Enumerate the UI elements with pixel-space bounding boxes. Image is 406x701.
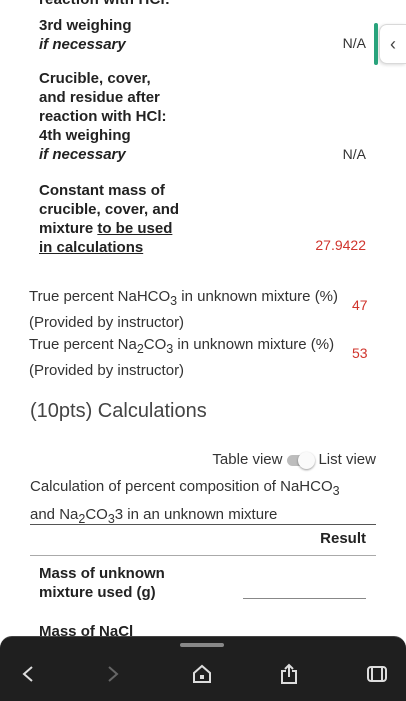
- row-3rd-weighing-value: N/A: [342, 35, 366, 51]
- chevron-right-icon: [108, 666, 119, 682]
- true-percent-nahco3-value: 47: [352, 297, 368, 313]
- caption-text: 3 in an unknown mixture: [114, 506, 278, 523]
- row-label-line: Crucible, cover,: [39, 70, 151, 87]
- browser-bottom-bar: [0, 636, 406, 701]
- info-text: True percent NaHCO: [29, 288, 171, 305]
- view-toggle-switch[interactable]: [285, 451, 316, 469]
- row-label-line: mixture used (g): [39, 584, 156, 601]
- collapse-panel-tab[interactable]: ‹: [374, 23, 406, 65]
- share-icon: [281, 663, 297, 684]
- table-caption: Calculation of percent composition of Na…: [30, 475, 370, 531]
- row-label-italic: if necessary: [39, 146, 126, 163]
- row-label-line: Mass of unknown: [39, 565, 165, 582]
- row-4th-weighing-label: Crucible, cover, and residue after react…: [39, 69, 167, 164]
- row-label-text: mixture: [39, 220, 98, 237]
- row-label-line: mixture to be used: [39, 219, 179, 238]
- row-4th-weighing-value: N/A: [342, 146, 366, 162]
- row-label-line: reaction with HCl:: [39, 108, 167, 125]
- view-toggle: Table view List view: [212, 451, 376, 469]
- row-label-underlined: to be used: [97, 220, 173, 237]
- true-percent-na2co3-info: True percent Na2CO3 in unknown mixture (…: [29, 334, 359, 381]
- row-label-line: and residue after: [39, 89, 160, 106]
- info-note: (Provided by instructor): [29, 362, 185, 379]
- row-3rd-weighing-label: 3rd weighing if necessary: [39, 16, 132, 54]
- row-constant-mass-value: 27.9422: [315, 237, 366, 253]
- tabs-icon: [367, 666, 387, 682]
- info-text: True percent Na: [29, 336, 137, 353]
- mass-of-unknown-input[interactable]: [243, 598, 366, 599]
- table-top-rule: [30, 524, 376, 525]
- true-percent-nahco3-info: True percent NaHCO3 in unknown mixture (…: [29, 286, 359, 333]
- back-button[interactable]: [13, 659, 43, 689]
- list-view-label[interactable]: List view: [318, 451, 376, 468]
- row-label-line: Constant mass of: [39, 182, 165, 199]
- table-view-label[interactable]: Table view: [212, 451, 282, 468]
- true-percent-na2co3-value: 53: [352, 345, 368, 361]
- info-text: in unknown mixture (%): [177, 288, 339, 305]
- caption-text: CO: [85, 506, 108, 523]
- table-header-rule: [30, 555, 376, 556]
- info-note: (Provided by instructor): [29, 314, 185, 331]
- caption-text: Calculation of percent composition of Na…: [30, 478, 333, 495]
- row-constant-mass-label: Constant mass of crucible, cover, and mi…: [39, 181, 179, 257]
- caption-subscript: 3: [332, 484, 340, 498]
- row-label-line: 4th weighing: [39, 127, 131, 144]
- chevron-left-icon: [22, 666, 33, 682]
- caption-text: and Na: [30, 506, 79, 523]
- row-label-line: 3rd weighing: [39, 17, 132, 34]
- drag-handle[interactable]: [180, 643, 224, 647]
- row-label-italic: if necessary: [39, 36, 126, 53]
- home-icon: [193, 664, 211, 683]
- cut-off-row-text: reaction with HCl:: [39, 0, 170, 8]
- forward-button[interactable]: [98, 659, 128, 689]
- chevron-left-icon: ‹: [390, 33, 396, 54]
- info-text: CO: [143, 336, 167, 353]
- home-button[interactable]: [187, 659, 217, 689]
- result-column-header: Result: [320, 530, 366, 547]
- section-title: (10pts) Calculations: [30, 400, 207, 422]
- info-subscript: 2: [136, 342, 144, 356]
- tabs-button[interactable]: [362, 659, 392, 689]
- mass-of-unknown-label: Mass of unknown mixture used (g): [39, 564, 165, 602]
- switch-knob: [298, 451, 316, 469]
- info-text: in unknown mixture (%): [173, 336, 335, 353]
- row-label-line: crucible, cover, and: [39, 201, 180, 218]
- row-label-underlined: in calculations: [39, 239, 144, 256]
- share-button[interactable]: [274, 659, 304, 689]
